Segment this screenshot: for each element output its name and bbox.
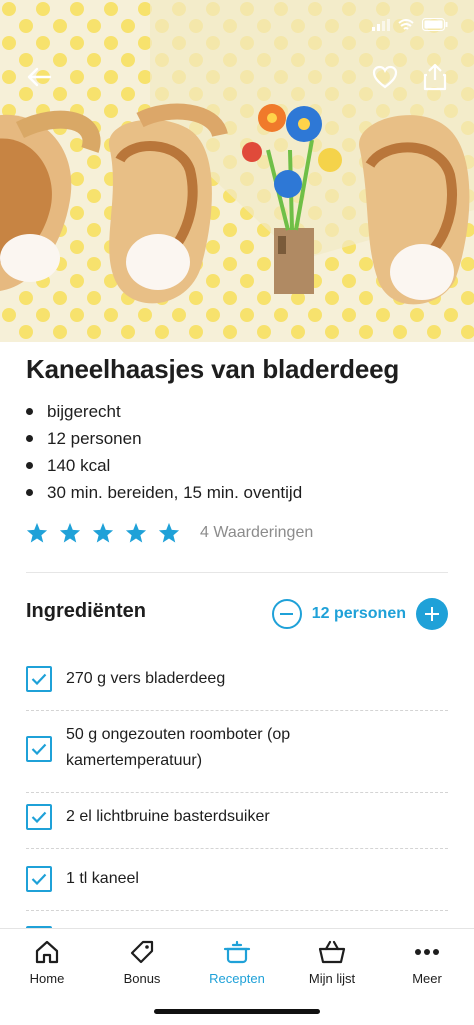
share-button[interactable]	[418, 60, 452, 94]
wifi-icon	[398, 18, 414, 30]
favorite-button[interactable]	[368, 60, 402, 94]
star-icon[interactable]	[59, 522, 81, 544]
checkmark-icon	[31, 811, 47, 823]
ingredient-checkbox[interactable]	[26, 666, 52, 692]
ingredient-divider	[26, 848, 448, 849]
tab-bonus[interactable]: Bonus	[102, 937, 182, 986]
bullet-icon	[26, 489, 33, 496]
divider	[26, 572, 448, 573]
minus-icon	[280, 613, 294, 615]
ingredient-row[interactable]: 1 tl kaneel	[26, 866, 448, 892]
star-icon[interactable]	[125, 522, 147, 544]
recipe-title: Kaneelhaasjes van bladerdeeg	[26, 354, 400, 384]
bullet-icon	[26, 408, 33, 415]
rating-count: 4 Waarderingen	[200, 524, 314, 541]
meta-item: 12 personen	[26, 425, 302, 452]
ingredient-row[interactable]: 2 el lichtbruine basterdsuiker	[26, 804, 448, 830]
battery-icon	[422, 18, 448, 31]
servings-stepper: 12 personen	[271, 598, 448, 630]
signal-icon	[372, 18, 390, 31]
tab-label: Bonus	[123, 971, 161, 986]
home-icon	[35, 940, 59, 964]
meta-item: 30 min. bereiden, 15 min. oventijd	[26, 479, 302, 506]
ingredient-text: 50 g ongezouten roomboter (op kamertempe…	[66, 726, 291, 769]
recipe-meta-list: bijgerecht 12 personen 140 kcal 30 min. …	[26, 398, 302, 506]
bonus-tag-icon	[130, 940, 154, 964]
recipe-hero-image	[0, 0, 474, 342]
ingredient-row[interactable]: 50 g ongezouten roomboter (op kamertempe…	[26, 722, 448, 774]
bullet-icon	[26, 462, 33, 469]
basket-icon	[318, 940, 346, 964]
ingredient-divider	[26, 910, 448, 911]
heart-icon	[372, 65, 398, 89]
servings-label: 12 personen	[311, 605, 406, 622]
rating-row[interactable]: 4 Waarderingen	[26, 522, 313, 544]
ingredients-title: Ingrediënten	[26, 600, 147, 622]
ingredient-text: 2 el lichtbruine basterdsuiker	[66, 808, 270, 825]
decrease-servings-button[interactable]	[271, 599, 302, 629]
tab-label: Recepten	[209, 971, 265, 986]
meta-item: bijgerecht	[26, 398, 302, 425]
tab-label: Home	[29, 971, 65, 986]
back-button[interactable]	[22, 60, 56, 94]
increase-servings-button[interactable]	[416, 598, 448, 630]
checkmark-icon	[31, 743, 47, 755]
bullet-icon	[26, 435, 33, 442]
checkmark-icon	[31, 673, 47, 685]
more-dots-icon	[415, 949, 439, 955]
ingredient-text: 1 tl kaneel	[66, 870, 139, 887]
meta-item: 140 kcal	[26, 452, 302, 479]
tab-home[interactable]: Home	[7, 937, 87, 986]
share-icon	[423, 63, 447, 91]
star-icon[interactable]	[158, 522, 180, 544]
ingredient-checkbox[interactable]	[26, 736, 52, 762]
ingredient-checkbox[interactable]	[26, 866, 52, 892]
tab-label: Mijn lijst	[308, 971, 356, 986]
rating-stars[interactable]	[26, 522, 180, 544]
arrow-left-icon	[27, 67, 52, 87]
ingredient-checkbox[interactable]	[26, 804, 52, 830]
tab-mijn-lijst[interactable]: Mijn lijst	[292, 937, 372, 986]
status-bar-icons	[372, 18, 448, 31]
star-icon[interactable]	[92, 522, 114, 544]
ingredient-divider	[26, 710, 448, 711]
ingredient-text: 270 g vers bladerdeeg	[66, 670, 226, 687]
tab-meer[interactable]: Meer	[387, 937, 467, 986]
recipe-pot-icon	[223, 940, 251, 964]
ingredient-row[interactable]: 270 g vers bladerdeeg	[26, 666, 448, 692]
home-indicator	[154, 1009, 320, 1014]
checkmark-icon	[31, 873, 47, 885]
ingredient-divider	[26, 792, 448, 793]
tab-recepten[interactable]: Recepten	[197, 937, 277, 986]
star-icon[interactable]	[26, 522, 48, 544]
tab-label: Meer	[412, 971, 442, 986]
